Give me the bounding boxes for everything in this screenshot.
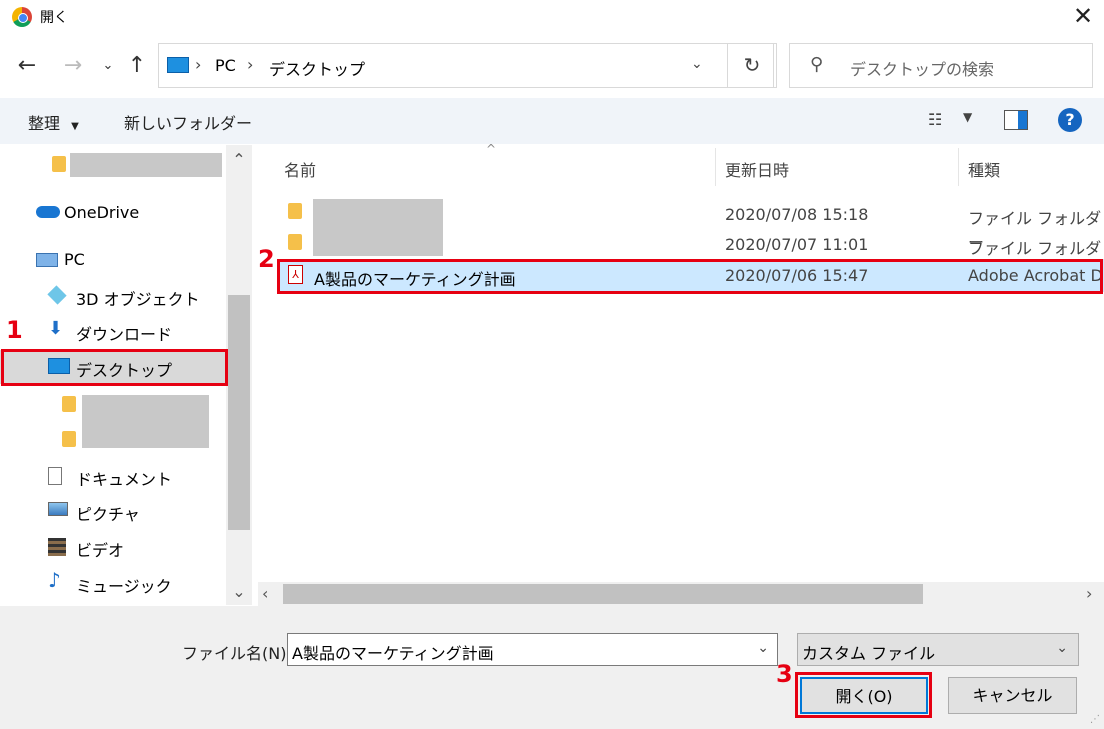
sidebar-item-3d-objects[interactable]: 3D オブジェクト (0, 279, 226, 313)
caret-down-icon[interactable]: ▼ (963, 110, 972, 124)
sidebar-item-label: OneDrive (64, 203, 140, 222)
back-arrow-icon[interactable]: ← (14, 52, 40, 80)
sidebar-item-label: ミュージック (76, 577, 172, 596)
resize-grip-icon[interactable]: ⋰ (1090, 714, 1100, 725)
sidebar-item-pc[interactable]: PC (0, 243, 226, 277)
picture-icon (48, 502, 68, 516)
file-date: 2020/07/08 15:18 (725, 205, 869, 224)
chevron-up-icon[interactable]: ⌃ (226, 150, 252, 169)
dialog-footer (0, 606, 1104, 729)
help-icon[interactable]: ? (1058, 108, 1082, 132)
chevron-right-icon[interactable]: › (195, 55, 201, 74)
breadcrumb-desktop[interactable]: デスクトップ (269, 56, 365, 80)
up-arrow-icon[interactable]: ↑ (124, 52, 150, 80)
sidebar-item-downloads[interactable]: ⬇ ダウンロード (0, 314, 226, 348)
organize-label: 整理 (28, 114, 61, 133)
sidebar-item-label: ドキュメント (76, 470, 173, 489)
chevron-down-icon[interactable]: ⌄ (1056, 640, 1068, 656)
recent-chevron-icon[interactable]: ⌄ (95, 52, 121, 80)
onedrive-icon (36, 206, 60, 218)
view-options-icon[interactable]: ☷ (928, 110, 950, 130)
search-icon: ⚲ (810, 54, 824, 75)
column-header-type[interactable]: 種類 (968, 157, 1000, 181)
breadcrumb-pc[interactable]: PC (215, 56, 236, 75)
chevron-down-icon[interactable]: ⌄ (226, 582, 252, 601)
document-icon (48, 467, 62, 485)
sidebar-item-label: 3D オブジェクト (76, 290, 200, 309)
annotation-box-3 (795, 672, 932, 718)
redacted-block (313, 229, 443, 256)
file-date: 2020/07/07 11:01 (725, 235, 869, 254)
sidebar-item-pictures[interactable]: ピクチャ (0, 494, 226, 528)
sidebar-scroll-thumb[interactable] (228, 295, 250, 530)
sort-caret-icon: ^ (486, 142, 497, 156)
filename-field[interactable]: A製品のマーケティング計画 ⌄ (287, 633, 778, 666)
sidebar-item-documents[interactable]: ドキュメント (0, 459, 226, 493)
redacted-block (70, 153, 222, 177)
chevron-right-icon[interactable]: › (1086, 584, 1092, 603)
address-bar[interactable]: › PC › デスクトップ ⌄ (158, 43, 774, 88)
annotation-box-1 (1, 349, 228, 386)
folder-icon (288, 203, 302, 219)
search-box[interactable]: ⚲ デスクトップの検索 (789, 43, 1093, 88)
download-icon: ⬇ (48, 318, 64, 339)
folder-icon (288, 234, 302, 250)
search-input[interactable]: デスクトップの検索 (850, 56, 994, 80)
close-icon[interactable]: ✕ (1068, 2, 1098, 30)
redacted-block (313, 199, 443, 229)
annotation-number-1: 1 (6, 316, 23, 344)
pc-icon (36, 253, 58, 267)
column-header-name[interactable]: 名前 (284, 157, 316, 181)
table-row[interactable]: 2020/07/08 15:18 ファイル フォルダー (278, 197, 1104, 252)
folder-icon (62, 396, 76, 412)
annotation-number-3: 3 (776, 660, 793, 688)
music-icon: ♪ (48, 568, 61, 592)
pc-icon (167, 57, 189, 73)
filename-label: ファイル名(N): (182, 644, 292, 663)
filename-value: A製品のマーケティング計画 (292, 644, 494, 663)
sidebar-item-label: ビデオ (76, 541, 125, 560)
video-icon (48, 538, 66, 556)
cancel-button[interactable]: キャンセル (948, 677, 1077, 714)
annotation-number-2: 2 (258, 245, 275, 273)
chevron-left-icon[interactable]: ‹ (262, 584, 268, 603)
preview-pane-icon[interactable] (1004, 110, 1028, 130)
sidebar-item-music[interactable]: ♪ ミュージック (0, 566, 226, 600)
sidebar-item-onedrive[interactable]: OneDrive (0, 196, 226, 230)
sidebar-item-label: PC (64, 250, 85, 269)
redacted-block (82, 395, 209, 448)
sidebar-item-label: ピクチャ (76, 505, 140, 524)
new-folder-button[interactable]: 新しいフォルダー (124, 110, 252, 134)
chevron-down-icon[interactable]: ⌄ (757, 640, 769, 656)
organize-button[interactable]: 整理 ▼ (28, 110, 79, 134)
forward-arrow-icon[interactable]: → (60, 52, 86, 80)
caret-down-icon: ▼ (71, 121, 79, 132)
chevron-down-icon[interactable]: ⌄ (691, 56, 703, 72)
table-row[interactable]: 2020/07/07 11:01 ファイル フォルダー (278, 229, 1104, 282)
folder-icon (62, 431, 76, 447)
column-divider[interactable] (715, 148, 716, 186)
refresh-icon[interactable]: ↻ (727, 43, 777, 88)
sidebar-item-label: ダウンロード (76, 325, 173, 344)
window-title: 開く (40, 10, 68, 26)
title-bar: 開く ✕ (0, 0, 1104, 34)
sidebar-item-videos[interactable]: ビデオ (0, 530, 226, 564)
annotation-box-2 (277, 259, 1103, 294)
file-type-select[interactable]: カスタム ファイル ⌄ (797, 633, 1079, 666)
folder-icon (52, 156, 66, 172)
cube-icon (47, 285, 67, 305)
file-type-value: カスタム ファイル (802, 644, 936, 663)
column-divider[interactable] (958, 148, 959, 186)
file-list-scroll-thumb[interactable] (283, 584, 923, 604)
column-header-date[interactable]: 更新日時 (725, 157, 789, 181)
chevron-right-icon[interactable]: › (247, 55, 253, 74)
chrome-icon (12, 7, 32, 27)
